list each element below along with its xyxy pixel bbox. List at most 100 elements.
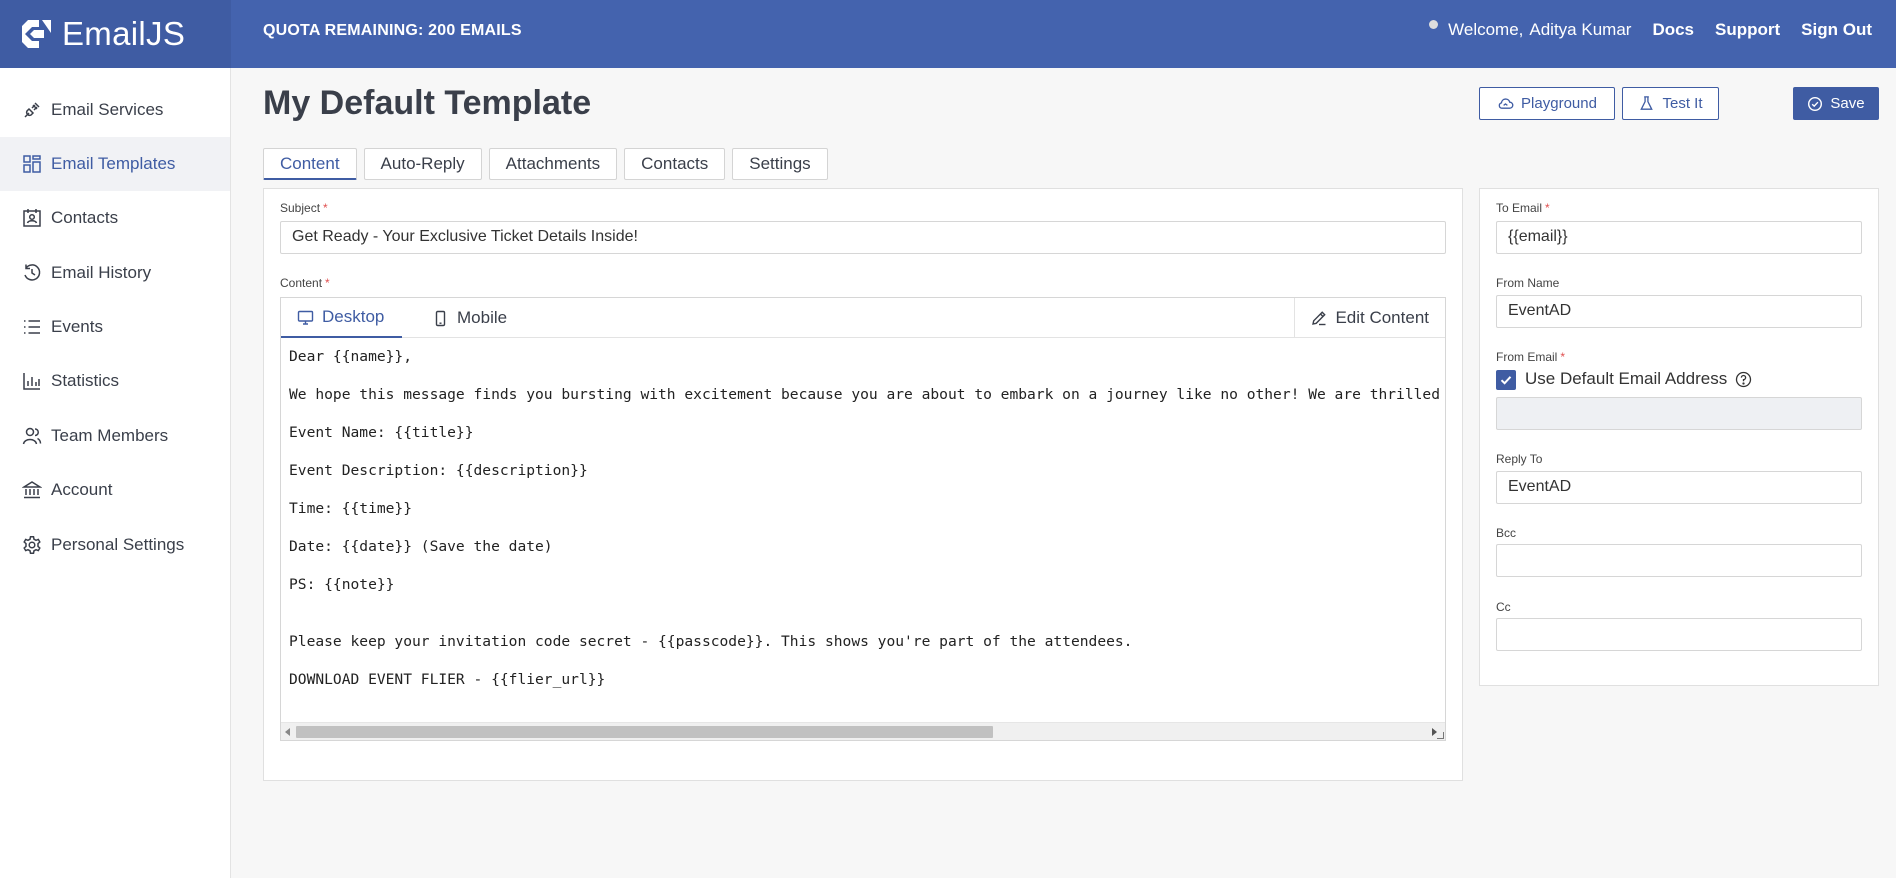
page-title: My Default Template [263,84,592,122]
scroll-left-icon[interactable] [285,728,290,736]
tab-mobile[interactable]: Mobile [432,298,507,338]
code-line: We hope this message finds you bursting … [289,386,1439,403]
reply-to-label: Reply To [1496,452,1543,466]
code-line: Event Name: {{title}} [289,424,474,441]
resize-grip-icon[interactable] [1437,732,1444,739]
tab-desktop[interactable]: Desktop [281,298,402,338]
check-circle-icon [1808,96,1823,111]
required-mark: * [323,201,328,215]
to-email-input[interactable]: {{email}} [1496,221,1862,254]
content-label: Content * [280,276,330,290]
sidebar-item-events[interactable]: Events [0,300,230,354]
desktop-icon [297,310,314,325]
subject-input[interactable]: Get Ready - Your Exclusive Ticket Detail… [280,221,1446,254]
flask-icon [1640,96,1654,110]
tab-attachments[interactable]: Attachments [488,148,618,180]
sidebar-item-label: Contacts [51,208,119,227]
sign-out-link[interactable]: Sign Out [1801,20,1872,40]
tab-contacts[interactable]: Contacts [624,148,726,180]
save-label: Save [1830,95,1865,112]
playground-button[interactable]: Playground [1479,87,1615,120]
tab-auto-reply[interactable]: Auto-Reply [363,148,482,180]
top-bar: EmailJS QUOTA REMAINING: 200 EMAILS Welc… [0,0,1896,68]
edit-content-label: Edit Content [1335,308,1429,327]
sidebar-item-personal-settings[interactable]: Personal Settings [0,518,230,572]
pencil-icon [1312,311,1327,326]
sidebar-item-email-templates[interactable]: Email Templates [0,137,230,191]
code-line: Time: {{time}} [289,500,413,517]
tab-desktop-label: Desktop [322,307,385,326]
chart-icon [23,373,40,390]
tab-mobile-label: Mobile [457,308,508,327]
emailjs-logo-icon [22,20,51,48]
code-line: Event Description: {{description}} [289,462,588,479]
from-name-label: From Name [1496,276,1560,290]
support-link[interactable]: Support [1715,20,1780,40]
required-mark: * [1545,201,1550,215]
from-email-input[interactable] [1496,397,1862,430]
tab-settings[interactable]: Settings [732,148,828,180]
tab-content[interactable]: Content [263,148,357,180]
list-icon [24,320,40,334]
horizontal-scrollbar[interactable] [281,722,1445,740]
editor-view-tabs: Desktop Mobile Edit Content [281,298,1445,338]
sidebar-item-label: Account [51,480,113,499]
user-name[interactable]: Aditya Kumar [1529,20,1631,40]
sidebar-item-email-services[interactable]: Email Services [0,83,230,137]
bcc-input[interactable] [1496,544,1862,577]
save-button[interactable]: Save [1793,87,1879,120]
top-nav: Welcome, Aditya Kumar Docs Support Sign … [1429,19,1872,40]
reply-to-input[interactable]: EventAD [1496,471,1862,504]
gear-icon [23,536,41,554]
code-line: Dear {{name}}, [289,348,413,365]
email-settings-panel [1479,188,1879,686]
quota-remaining: QUOTA REMAINING: 200 EMAILS [263,22,522,39]
cc-label: Cc [1496,600,1511,614]
test-it-label: Test It [1662,95,1703,112]
checkmark-icon [1500,376,1512,385]
from-name-input[interactable]: EventAD [1496,295,1862,328]
subject-label: Subject * [280,201,328,215]
edit-content-button[interactable]: Edit Content [1294,298,1445,338]
sidebar-item-label: Email Templates [51,154,176,173]
cc-input[interactable] [1496,618,1862,651]
brand[interactable]: EmailJS [0,0,231,68]
sidebar-item-label: Personal Settings [51,535,185,554]
sidebar-item-label: Email Services [51,100,164,119]
scrollbar-thumb[interactable] [296,726,993,738]
from-email-label: From Email * [1496,350,1566,364]
users-icon [22,427,42,445]
code-line: Date: {{date}} (Save the date) [289,538,553,555]
sidebar-item-statistics[interactable]: Statistics [0,354,230,408]
sidebar-item-email-history[interactable]: Email History [0,246,230,300]
code-line: Please keep your invitation code secret … [289,633,1133,650]
contacts-icon [23,209,41,227]
sidebar-item-team-members[interactable]: Team Members [0,409,230,463]
brand-name: EmailJS [62,15,186,52]
sidebar-item-account[interactable]: Account [0,463,230,517]
sidebar-item-contacts[interactable]: Contacts [0,191,230,245]
history-icon [24,264,41,281]
test-it-button[interactable]: Test It [1622,87,1719,120]
to-email-label: To Email * [1496,201,1550,215]
sidebar-item-label: Email History [51,263,152,282]
help-icon[interactable] [1735,371,1752,388]
use-default-email-label[interactable]: Use Default Email Address [1525,369,1752,389]
sidebar: Email Services Email Templates Contacts … [0,68,231,878]
cloud-icon [1498,98,1514,109]
code-line: PS: {{note}} [289,576,395,593]
status-dot [1429,19,1439,29]
content-editor: Desktop Mobile Edit Content Dear {{name}… [280,297,1446,741]
template-tabs: Content Auto-Reply Attachments Contacts … [263,148,835,180]
bank-icon [22,481,42,499]
code-line: DOWNLOAD EVENT FLIER - {{flier_url}} [289,671,606,688]
mobile-icon [435,310,446,326]
docs-link[interactable]: Docs [1652,20,1694,40]
sidebar-item-label: Events [51,317,103,336]
required-mark: * [325,276,330,290]
sidebar-item-label: Team Members [51,426,169,445]
sidebar-item-label: Statistics [51,371,120,390]
use-default-email-checkbox[interactable] [1496,370,1516,390]
code-view[interactable]: Dear {{name}}, We hope this message find… [289,348,1439,718]
required-mark: * [1560,350,1566,364]
